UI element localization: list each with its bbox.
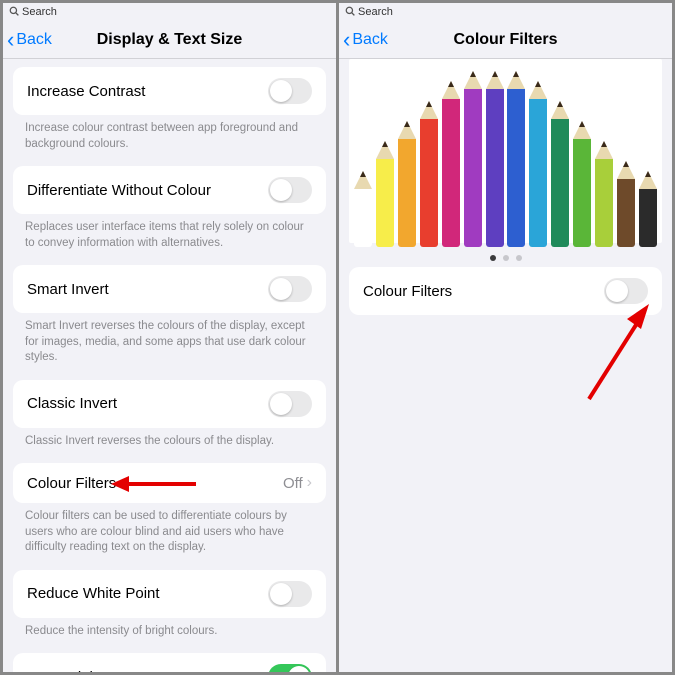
nav-bar: ‹ Back Display & Text Size: [3, 21, 336, 59]
row-label: Auto-Brightness: [27, 669, 134, 672]
chevron-left-icon: ‹: [7, 29, 14, 51]
page-dots: [349, 247, 662, 271]
row-label: Classic Invert: [27, 395, 117, 412]
page-dot[interactable]: [490, 255, 496, 261]
page-dot[interactable]: [516, 255, 522, 261]
annotation-arrow-icon: [111, 469, 199, 499]
reduce-white-point-toggle[interactable]: [268, 581, 312, 607]
reduce-white-point-row[interactable]: Reduce White Point: [13, 570, 326, 618]
status-search-label: Search: [358, 6, 393, 18]
settings-list: Increase Contrast Increase colour contra…: [3, 59, 336, 672]
status-search-label: Search: [22, 6, 57, 18]
row-value: Off: [283, 475, 303, 492]
increase-contrast-toggle[interactable]: [268, 78, 312, 104]
nav-bar: ‹ Back Colour Filters: [339, 21, 672, 59]
row-label: Increase Contrast: [27, 83, 145, 100]
row-footer: Colour filters can be used to differenti…: [3, 503, 336, 570]
smart-invert-row[interactable]: Smart Invert: [13, 265, 326, 313]
status-bar: Search: [339, 3, 672, 21]
screen-display-text-size: Search ‹ Back Display & Text Size Increa…: [3, 3, 336, 672]
classic-invert-row[interactable]: Classic Invert: [13, 380, 326, 428]
row-label: Differentiate Without Colour: [27, 182, 211, 199]
auto-brightness-toggle[interactable]: [268, 664, 312, 672]
differentiate-row[interactable]: Differentiate Without Colour: [13, 166, 326, 214]
row-footer: Increase colour contrast between app for…: [3, 115, 336, 166]
colour-preview-carousel[interactable]: [349, 59, 662, 243]
row-footer: Smart Invert reverses the colours of the…: [3, 313, 336, 380]
increase-contrast-row[interactable]: Increase Contrast: [13, 67, 326, 115]
back-label: Back: [352, 31, 388, 49]
search-icon: [345, 6, 355, 19]
pencils-image: [349, 59, 662, 247]
differentiate-toggle[interactable]: [268, 177, 312, 203]
row-label: Colour Filters: [27, 475, 116, 492]
auto-brightness-row[interactable]: Auto-Brightness: [13, 653, 326, 672]
row-label: Reduce White Point: [27, 585, 160, 602]
row-footer: Replaces user interface items that rely …: [3, 214, 336, 265]
colour-filters-row[interactable]: Colour Filters Off ›: [13, 463, 326, 503]
row-label: Colour Filters: [363, 283, 452, 300]
page-dot[interactable]: [503, 255, 509, 261]
back-label: Back: [16, 31, 52, 49]
colour-filters-toggle-row[interactable]: Colour Filters: [349, 267, 662, 315]
row-label: Smart Invert: [27, 281, 109, 298]
page-title: Display & Text Size: [97, 31, 243, 49]
row-footer: Classic Invert reverses the colours of t…: [3, 428, 336, 464]
status-bar: Search: [3, 3, 336, 21]
search-icon: [9, 6, 19, 19]
content: Colour Filters: [339, 59, 672, 672]
colour-filters-toggle[interactable]: [604, 278, 648, 304]
chevron-right-icon: ›: [307, 474, 312, 492]
smart-invert-toggle[interactable]: [268, 276, 312, 302]
page-title: Colour Filters: [453, 31, 557, 49]
classic-invert-toggle[interactable]: [268, 391, 312, 417]
chevron-left-icon: ‹: [343, 29, 350, 51]
back-button[interactable]: ‹ Back: [7, 29, 52, 51]
back-button[interactable]: ‹ Back: [343, 29, 388, 51]
row-footer: Reduce the intensity of bright colours.: [3, 618, 336, 654]
screen-colour-filters: Search ‹ Back Colour Filters Colour Filt…: [339, 3, 672, 672]
